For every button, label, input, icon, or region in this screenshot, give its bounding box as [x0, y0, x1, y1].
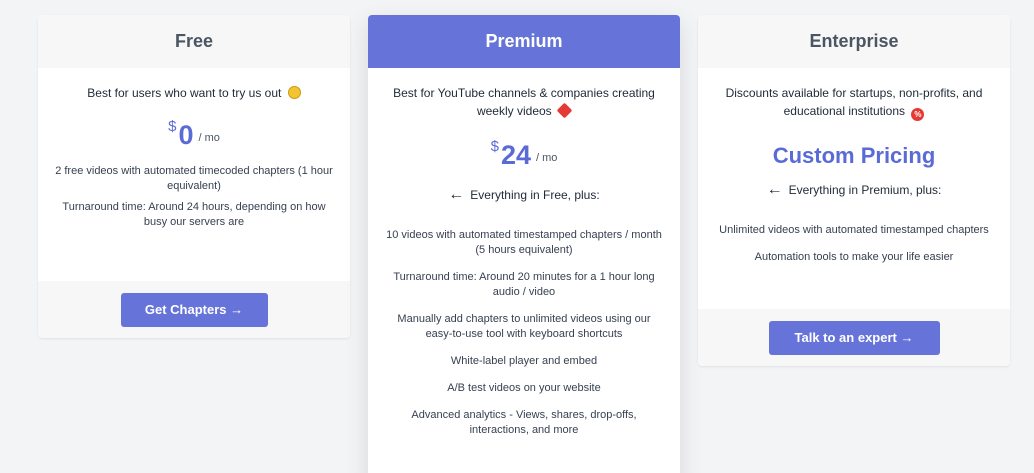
smiling-face-icon [287, 86, 301, 99]
plan-body-premium: Best for YouTube channels & companies cr… [368, 84, 680, 438]
plan-includes-enterprise: ← Everything in Premium, plus: [714, 181, 994, 199]
custom-pricing-label: Custom Pricing [772, 143, 936, 168]
plan-tagline-free-text: Best for users who want to try us out [87, 86, 282, 100]
plan-tagline-enterprise: Discounts available for startups, non-pr… [714, 84, 994, 121]
currency-symbol: $ [168, 118, 177, 135]
feature-item: Turnaround time: Around 20 minutes for a… [393, 271, 655, 298]
feature-item: A/B test videos on your website [447, 382, 601, 394]
feature-item: 10 videos with automated timestamped cha… [386, 229, 662, 256]
superhero-icon [556, 102, 573, 119]
feature-item: 2 free videos with automated timecoded c… [55, 165, 333, 192]
plan-title-enterprise: Enterprise [698, 15, 1010, 68]
plan-body-enterprise: Discounts available for startups, non-pr… [698, 84, 1010, 265]
plan-price-free: $ 0 / mo [54, 118, 334, 150]
plan-tagline-free: Best for users who want to try us out [54, 84, 334, 102]
plan-footer-enterprise: Talk to an expert → [698, 309, 1010, 366]
plan-tagline-premium-text: Best for YouTube channels & companies cr… [393, 86, 655, 118]
plan-includes-text: Everything in Free, plus: [470, 188, 600, 202]
price-period: / mo [198, 132, 220, 144]
plan-title-premium: Premium [368, 15, 680, 68]
plan-card-free: Free Best for users who want to try us o… [38, 15, 350, 338]
plan-body-free: Best for users who want to try us out $ … [38, 84, 350, 230]
price-amount: 24 [500, 140, 531, 170]
currency-symbol: $ [490, 138, 499, 155]
plan-includes-text: Everything in Premium, plus: [788, 183, 942, 197]
feature-item: Unlimited videos with automated timestam… [719, 224, 989, 236]
plan-card-enterprise: Enterprise Discounts available for start… [698, 15, 1010, 366]
arrow-left-icon: ← [766, 181, 783, 198]
plan-tagline-enterprise-text: Discounts available for startups, non-pr… [725, 86, 983, 118]
talk-to-expert-button[interactable]: Talk to an expert → [768, 320, 940, 355]
arrow-left-icon: ← [448, 186, 465, 203]
percent-icon: % [911, 108, 925, 121]
price-amount: 0 [178, 120, 194, 150]
feature-item: Manually add chapters to unlimited video… [397, 313, 651, 340]
plan-footer-free: Get Chapters → [38, 281, 350, 338]
price-period: / mo [535, 152, 558, 164]
get-chapters-button[interactable]: Get Chapters → [120, 292, 268, 327]
plan-includes-premium: ← Everything in Free, plus: [384, 186, 664, 204]
plan-title-free: Free [38, 15, 350, 68]
feature-item: White-label player and embed [450, 355, 598, 367]
feature-item: Advanced analytics - Views, shares, drop… [411, 409, 637, 436]
feature-item: Turnaround time: Around 24 hours, depend… [62, 201, 326, 228]
plan-price-premium: $ 24 / mo [384, 138, 664, 170]
plan-tagline-premium: Best for YouTube channels & companies cr… [384, 84, 664, 120]
feature-item: Automation tools to make your life easie… [754, 251, 954, 263]
plan-card-premium: Premium Best for YouTube channels & comp… [368, 15, 680, 473]
